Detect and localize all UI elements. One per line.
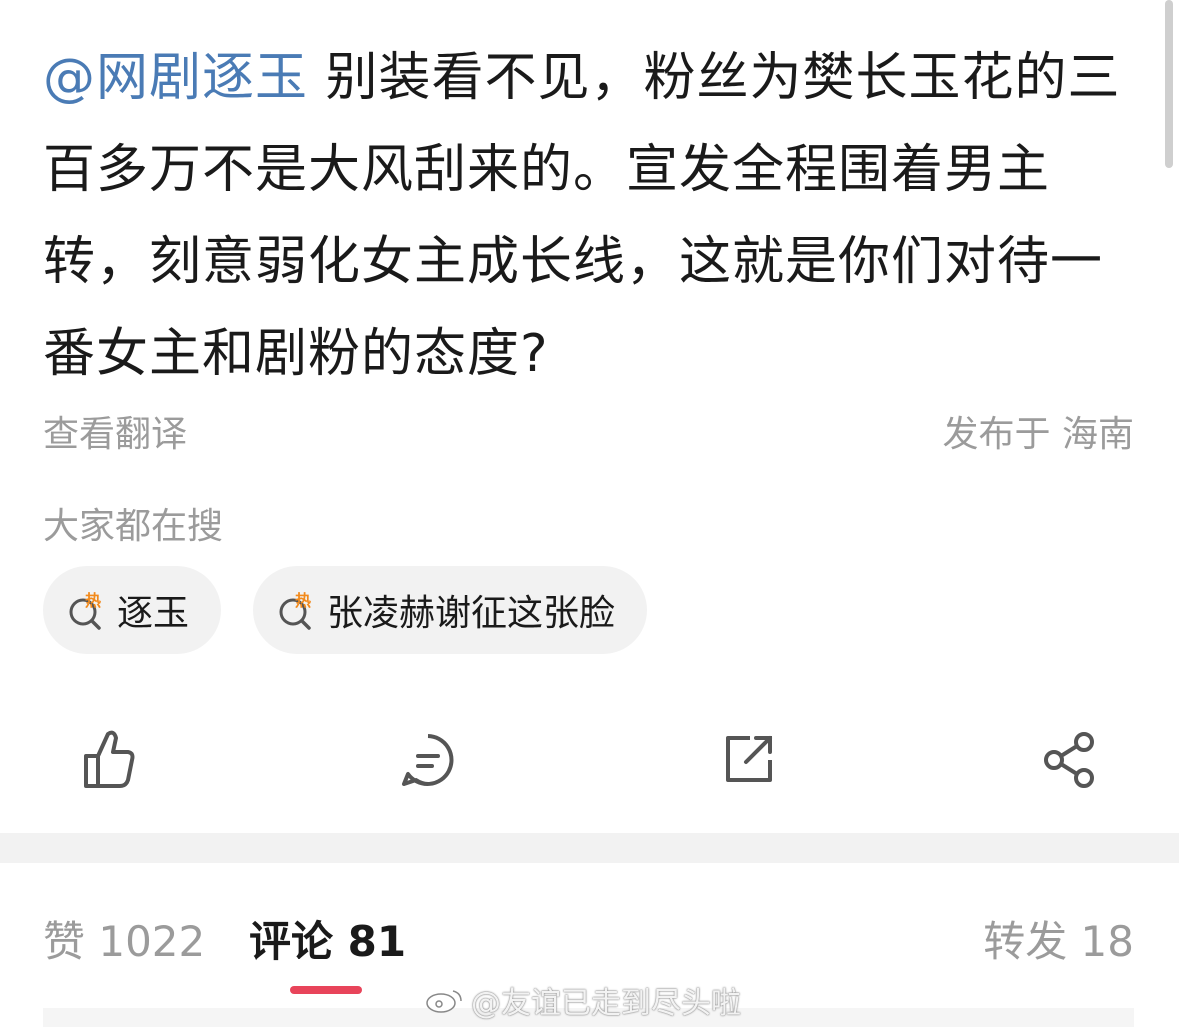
comment-icon[interactable] — [388, 720, 468, 800]
tab-likes[interactable]: 赞 1022 — [43, 908, 205, 969]
weibo-post-detail: @网剧逐玉 别装看不见，粉丝为樊长玉花的三百多万不是大风刮来的。宣发全程围着男主… — [0, 0, 1179, 1027]
tab-comments[interactable]: 评论 81 — [249, 908, 406, 969]
hot-search-icon: 热 — [279, 591, 311, 630]
trending-search-chips: 热 逐玉 热 张凌赫谢征这张脸 — [43, 566, 648, 654]
post-meta: 查看翻译 发布于 海南 — [43, 405, 1134, 457]
trending-search-title: 大家都在搜 — [43, 506, 224, 547]
search-chip-zhanglinghe[interactable]: 热 张凌赫谢征这张脸 — [253, 566, 648, 654]
search-chip-label: 逐玉 — [117, 593, 190, 634]
section-divider — [0, 833, 1179, 863]
hot-badge: 热 — [295, 591, 311, 610]
post-text: @网剧逐玉 别装看不见，粉丝为樊长玉花的三百多万不是大风刮来的。宣发全程围着男主… — [43, 32, 1143, 400]
active-tab-indicator — [290, 986, 362, 994]
search-chip-label: 张凌赫谢征这张脸 — [327, 593, 616, 634]
scrollbar[interactable] — [1165, 0, 1173, 168]
weibo-logo-icon — [426, 990, 462, 1013]
like-icon[interactable] — [68, 720, 148, 800]
share-icon[interactable] — [1030, 720, 1110, 800]
watermark-text: @友谊已走到尽头啦 — [471, 986, 741, 1021]
search-chip-zhuyu[interactable]: 热 逐玉 — [43, 566, 222, 654]
mention-link[interactable]: @网剧逐玉 — [43, 48, 308, 108]
hot-search-icon: 热 — [69, 591, 101, 630]
action-bar — [0, 720, 1179, 800]
tab-reposts[interactable]: 转发 18 — [983, 908, 1134, 969]
repost-icon[interactable] — [710, 720, 790, 800]
post-location: 发布于 海南 — [942, 414, 1134, 455]
translate-link[interactable]: 查看翻译 — [43, 405, 187, 457]
hot-badge: 热 — [85, 591, 101, 610]
watermark: @友谊已走到尽头啦 — [425, 978, 741, 1022]
